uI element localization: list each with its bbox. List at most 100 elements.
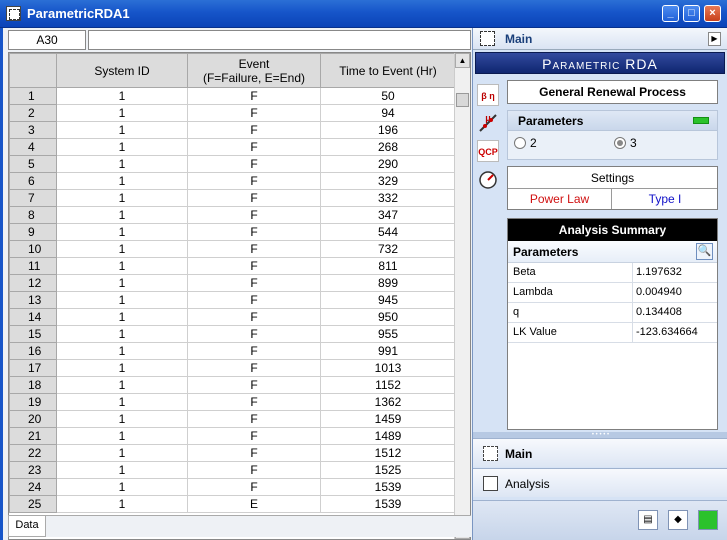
time-cell[interactable]: 1459	[320, 410, 456, 428]
event-cell[interactable]: F	[187, 223, 321, 241]
system-id-cell[interactable]: 1	[56, 138, 188, 156]
toggle-icon[interactable]	[693, 117, 709, 124]
system-id-cell[interactable]: 1	[56, 206, 188, 224]
row-number-cell[interactable]: 25	[9, 495, 57, 513]
row-number-cell[interactable]: 1	[9, 87, 57, 105]
event-cell[interactable]: E	[187, 495, 321, 513]
parameters-icon[interactable]: β η μ	[477, 84, 499, 123]
system-id-cell[interactable]: 1	[56, 376, 188, 394]
table-row[interactable]: 22 1 F 1512	[9, 444, 456, 462]
scroll-thumb[interactable]	[456, 93, 469, 107]
row-number-cell[interactable]: 11	[9, 257, 57, 275]
event-cell[interactable]: F	[187, 444, 321, 462]
table-row[interactable]: 17 1 F 1013	[9, 359, 456, 377]
row-number-cell[interactable]: 17	[9, 359, 57, 377]
system-id-cell[interactable]: 1	[56, 155, 188, 173]
minimize-button[interactable]: _	[662, 5, 679, 22]
qcp-icon[interactable]: QCP	[477, 140, 499, 162]
system-id-cell[interactable]: 1	[56, 495, 188, 513]
event-cell[interactable]: F	[187, 410, 321, 428]
row-number-cell[interactable]: 22	[9, 444, 57, 462]
nav-main[interactable]: Main	[473, 438, 727, 467]
table-row[interactable]: 4 1 F 268	[9, 138, 456, 156]
system-id-cell[interactable]: 1	[56, 121, 188, 139]
system-id-cell[interactable]: 1	[56, 104, 188, 122]
row-number-cell[interactable]: 19	[9, 393, 57, 411]
time-cell[interactable]: 347	[320, 206, 456, 224]
time-cell[interactable]: 268	[320, 138, 456, 156]
system-id-cell[interactable]: 1	[56, 410, 188, 428]
row-number-cell[interactable]: 24	[9, 478, 57, 496]
row-number-cell[interactable]: 13	[9, 291, 57, 309]
gauge-icon[interactable]	[477, 168, 499, 190]
row-number-cell[interactable]: 6	[9, 172, 57, 190]
magnify-icon[interactable]: 🔍	[696, 243, 713, 260]
time-cell[interactable]: 955	[320, 325, 456, 343]
table-row[interactable]: 5 1 F 290	[9, 155, 456, 173]
plot-icon[interactable]	[477, 112, 499, 134]
event-cell[interactable]: F	[187, 104, 321, 122]
table-row[interactable]: 23 1 F 1525	[9, 461, 456, 479]
system-id-cell[interactable]: 1	[56, 478, 188, 496]
system-id-cell[interactable]: 1	[56, 291, 188, 309]
table-row[interactable]: 24 1 F 1539	[9, 478, 456, 496]
column-header-time[interactable]: Time to Event (Hr)	[320, 53, 456, 88]
event-cell[interactable]: F	[187, 461, 321, 479]
time-cell[interactable]: 811	[320, 257, 456, 275]
table-row[interactable]: 8 1 F 347	[9, 206, 456, 224]
cell-reference[interactable]: A30	[8, 30, 86, 50]
time-cell[interactable]: 1525	[320, 461, 456, 479]
table-row[interactable]: 14 1 F 950	[9, 308, 456, 326]
settings-model[interactable]: Power Law	[508, 189, 612, 209]
system-id-cell[interactable]: 1	[56, 172, 188, 190]
time-cell[interactable]: 1489	[320, 427, 456, 445]
time-cell[interactable]: 1152	[320, 376, 456, 394]
time-cell[interactable]: 94	[320, 104, 456, 122]
event-cell[interactable]: F	[187, 393, 321, 411]
event-cell[interactable]: F	[187, 257, 321, 275]
chevron-right-icon[interactable]: ▶	[708, 32, 721, 46]
time-cell[interactable]: 50	[320, 87, 456, 105]
system-id-cell[interactable]: 1	[56, 308, 188, 326]
table-row[interactable]: 3 1 F 196	[9, 121, 456, 139]
row-number-cell[interactable]: 10	[9, 240, 57, 258]
time-cell[interactable]: 544	[320, 223, 456, 241]
time-cell[interactable]: 899	[320, 274, 456, 292]
row-number-cell[interactable]: 8	[9, 206, 57, 224]
table-row[interactable]: 13 1 F 945	[9, 291, 456, 309]
table-row[interactable]: 20 1 F 1459	[9, 410, 456, 428]
system-id-cell[interactable]: 1	[56, 342, 188, 360]
table-row[interactable]: 25 1 E 1539	[9, 495, 456, 513]
time-cell[interactable]: 196	[320, 121, 456, 139]
close-button[interactable]: ×	[704, 5, 721, 22]
radio-2-parameters[interactable]	[514, 137, 526, 149]
row-number-cell[interactable]: 3	[9, 121, 57, 139]
table-row[interactable]: 10 1 F 732	[9, 240, 456, 258]
corner-cell[interactable]	[9, 53, 57, 88]
table-row[interactable]: 12 1 F 899	[9, 274, 456, 292]
process-selector[interactable]: General Renewal Process	[507, 80, 718, 104]
system-id-cell[interactable]: 1	[56, 240, 188, 258]
time-cell[interactable]: 732	[320, 240, 456, 258]
scroll-up-icon[interactable]: ▲	[455, 53, 470, 68]
event-cell[interactable]: F	[187, 206, 321, 224]
row-number-cell[interactable]: 21	[9, 427, 57, 445]
event-cell[interactable]: F	[187, 376, 321, 394]
event-cell[interactable]: F	[187, 138, 321, 156]
table-row[interactable]: 2 1 F 94	[9, 104, 456, 122]
time-cell[interactable]: 329	[320, 172, 456, 190]
maximize-button[interactable]: □	[683, 5, 700, 22]
event-cell[interactable]: F	[187, 87, 321, 105]
vertical-scrollbar[interactable]: ▲ ▼	[454, 53, 470, 539]
time-cell[interactable]: 1512	[320, 444, 456, 462]
row-number-cell[interactable]: 23	[9, 461, 57, 479]
time-cell[interactable]: 1362	[320, 393, 456, 411]
system-id-cell[interactable]: 1	[56, 223, 188, 241]
event-cell[interactable]: F	[187, 308, 321, 326]
row-number-cell[interactable]: 5	[9, 155, 57, 173]
system-id-cell[interactable]: 1	[56, 274, 188, 292]
event-cell[interactable]: F	[187, 427, 321, 445]
time-cell[interactable]: 1539	[320, 495, 456, 513]
sheet-tab-data[interactable]: Data	[8, 516, 46, 537]
event-cell[interactable]: F	[187, 342, 321, 360]
